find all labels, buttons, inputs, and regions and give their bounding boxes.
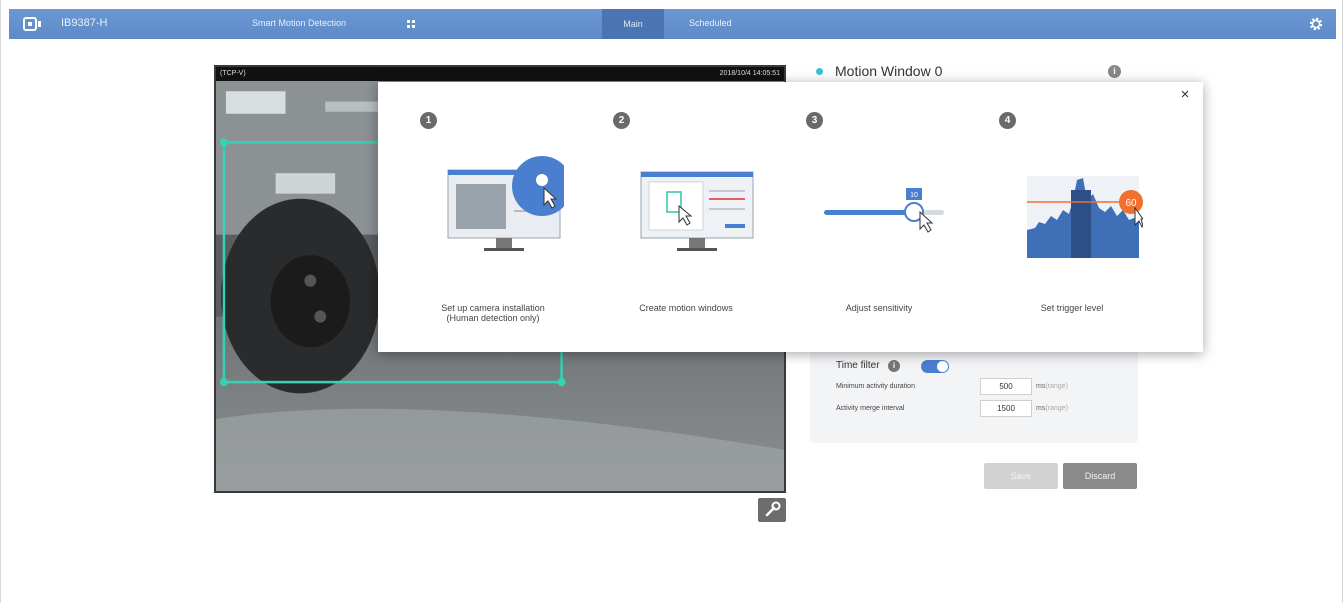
tutorial-step-1: 1 Set up camera installation (Human detec…	[378, 82, 584, 352]
top-bar: IB9387-H Smart Motion Detection Main Sch…	[9, 9, 1336, 39]
tutorial-step-2: 2 Create motion windows	[571, 82, 777, 352]
video-timestamp: 2018/10/4 14:05:51	[719, 70, 780, 77]
page: IB9387-H Smart Motion Detection Main Sch…	[0, 0, 1343, 603]
trigger-badge: 60	[1125, 198, 1137, 209]
time-filter-label: Time filter	[836, 360, 880, 371]
tutorial-overlay: × 1 Set up camera installation (Human det…	[378, 82, 1203, 352]
unit-text: ms	[1036, 405, 1046, 412]
step-number: 1	[420, 112, 437, 129]
motion-window-title: Motion Window 0	[835, 63, 943, 79]
step-number: 2	[613, 112, 630, 129]
camera-model: IB9387-H	[61, 17, 108, 29]
tab-scheduled[interactable]: Scheduled	[689, 18, 732, 28]
monitor-windows-icon	[640, 171, 754, 251]
range-hint: (range)	[1045, 405, 1068, 412]
merge-interval-label: Activity merge interval	[836, 405, 905, 412]
close-icon[interactable]: ×	[1177, 86, 1193, 103]
caption-line-2: (Human detection only)	[446, 313, 540, 323]
sensitivity-slider-icon: 10	[824, 188, 944, 233]
caption-line-1: Create motion windows	[639, 303, 733, 313]
motion-window-color-dot	[816, 68, 823, 75]
merge-interval-input[interactable]: 1500	[980, 400, 1032, 417]
step-caption: Set up camera installation (Human detecti…	[398, 303, 588, 323]
save-button[interactable]: Save	[984, 463, 1058, 489]
step-caption: Set trigger level	[977, 303, 1167, 313]
time-filter-info-icon[interactable]: i	[888, 360, 900, 372]
gear-icon[interactable]	[1308, 16, 1324, 32]
app-title: Smart Motion Detection	[252, 18, 347, 28]
step-number: 3	[806, 112, 823, 129]
info-icon[interactable]: i	[1108, 65, 1121, 78]
monitor-settings-icon	[447, 156, 564, 251]
video-status-bar: (TCP-V) 2018/10/4 14:05:51	[216, 67, 784, 81]
caption-line-1: Adjust sensitivity	[845, 303, 913, 313]
step-number: 4	[999, 112, 1016, 129]
vivotek-logo-icon[interactable]	[23, 16, 45, 32]
time-filter-card	[810, 340, 1138, 443]
trigger-level-icon: 60	[1027, 176, 1143, 258]
step-caption: Create motion windows	[591, 303, 781, 313]
min-activity-unit: ms(range)	[1036, 383, 1068, 390]
wrench-tool-button[interactable]	[758, 498, 786, 522]
caption-line-1: Set trigger level	[1040, 303, 1104, 313]
sensitivity-badge: 10	[910, 192, 918, 199]
stream-label: (TCP-V)	[220, 70, 246, 77]
range-hint: (range)	[1045, 383, 1068, 390]
unit-text: ms	[1036, 383, 1046, 390]
step-caption: Adjust sensitivity	[784, 303, 974, 313]
tab-main[interactable]: Main	[602, 9, 664, 39]
wrench-icon	[765, 501, 781, 517]
min-activity-input[interactable]: 500	[980, 378, 1032, 395]
merge-interval-unit: ms(range)	[1036, 405, 1068, 412]
min-activity-label: Minimum activity duration	[836, 383, 915, 390]
time-filter-toggle[interactable]	[921, 360, 949, 373]
grid-menu-icon[interactable]	[406, 19, 416, 29]
tutorial-step-3: 3 10 Adjust sensitivity	[764, 82, 970, 352]
tutorial-step-4: 4 60 Set trigger level	[957, 82, 1163, 352]
discard-button[interactable]: Discard	[1063, 463, 1137, 489]
caption-line-1: Set up camera installation	[441, 303, 545, 313]
